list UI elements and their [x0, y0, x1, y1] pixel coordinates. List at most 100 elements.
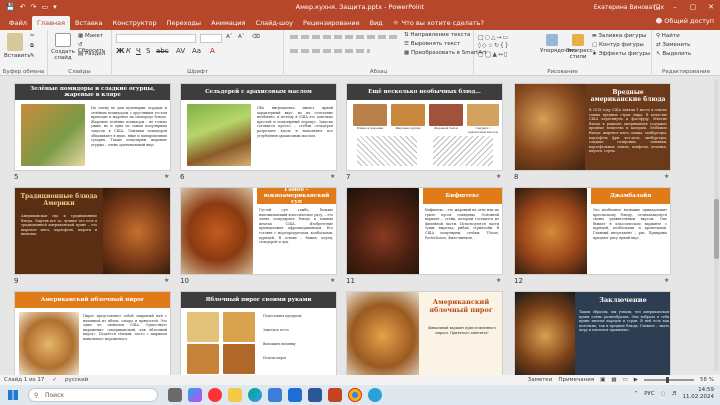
shape-fill-button[interactable]: ⛂ Заливка фигуры: [592, 33, 646, 39]
slide-thumbnail[interactable]: Сельдерей с арахисовым маслом Оба ингред…: [180, 83, 337, 171]
slide-thumbnail[interactable]: Американский яблочный пирог Пирог предст…: [14, 291, 171, 379]
slide-thumbnail[interactable]: Американский яблочный пирог Финальный ва…: [346, 291, 503, 379]
minimize-icon[interactable]: –: [666, 0, 684, 14]
zoom-handle[interactable]: [666, 377, 670, 383]
tab-slideshow[interactable]: Слайд-шоу: [250, 16, 298, 30]
task-view-icon[interactable]: [168, 388, 182, 402]
replace-button[interactable]: ⇄ Заменить: [656, 42, 690, 48]
slide-title: Американский яблочный пирог: [429, 298, 493, 314]
text-direction-button[interactable]: ⇅ Направление текста: [404, 32, 470, 38]
volume-icon[interactable]: ♬: [672, 391, 677, 397]
transition-star-icon[interactable]: ★: [164, 173, 169, 180]
slide-thumbnail[interactable]: Бифштекс Бифштекс – это жареный на огне …: [346, 187, 503, 275]
change-case-icon[interactable]: Aa: [192, 47, 201, 56]
word-icon[interactable]: [308, 388, 322, 402]
share-button[interactable]: ☻ Общий доступ: [655, 17, 714, 25]
quick-styles-button[interactable]: Экспресс-стили: [566, 34, 595, 60]
tab-transitions[interactable]: Переходы: [162, 16, 206, 30]
reading-view-icon[interactable]: ▭: [623, 377, 628, 383]
slide-thumbnail[interactable]: Джамбалайя Это необычное название принад…: [514, 187, 671, 275]
slide-thumbnail[interactable]: Зелёные помидоры и сладкие огурцы, жарен…: [14, 83, 171, 171]
shape-outline-button[interactable]: ▢ Контур фигуры: [592, 42, 644, 48]
slide-thumbnail[interactable]: Заключение Таким образом, мы узнали, что…: [514, 291, 671, 379]
close-icon[interactable]: ✕: [702, 0, 720, 14]
tab-insert[interactable]: Вставка: [70, 16, 108, 30]
font-family-select[interactable]: [116, 34, 196, 43]
store-icon[interactable]: [268, 388, 282, 402]
slide-thumbnail[interactable]: Гамбо – южноамериканский суп Густой суп …: [180, 187, 337, 275]
windows-start-icon[interactable]: [8, 390, 18, 400]
align-text-button[interactable]: ☰ Выровнять текст: [404, 41, 460, 47]
shrink-font-icon[interactable]: Aˇ: [238, 34, 245, 40]
transition-star-icon[interactable]: ★: [330, 173, 335, 180]
grow-font-icon[interactable]: Aˆ: [226, 34, 233, 40]
arrange-button[interactable]: Упорядочить: [540, 34, 578, 54]
normal-view-icon[interactable]: ▣: [600, 377, 605, 383]
maximize-icon[interactable]: ▢: [684, 0, 702, 14]
spellcheck-icon[interactable]: ✓: [52, 377, 57, 383]
file-explorer-icon[interactable]: [228, 388, 242, 402]
transition-star-icon[interactable]: ★: [664, 277, 669, 284]
tab-file[interactable]: Файл: [4, 16, 32, 30]
clock[interactable]: 14:59 11.02.2024: [683, 387, 715, 401]
transition-star-icon[interactable]: ★: [496, 277, 501, 284]
taskbar-search[interactable]: ⚲ Поиск: [28, 388, 158, 402]
zoom-slider[interactable]: [644, 377, 695, 383]
tell-me-box[interactable]: ☼ Что вы хотите сделать?: [388, 16, 489, 30]
copy-icon[interactable]: ⧉: [30, 43, 34, 49]
tab-design[interactable]: Конструктор: [108, 16, 162, 30]
slide-thumbnail[interactable]: Ещё несколько необычных блюд… Блины и жа…: [346, 83, 503, 171]
font-color-icon[interactable]: A: [210, 47, 215, 56]
sorter-view-icon[interactable]: ▦: [611, 377, 616, 383]
select-button[interactable]: ↖ Выделить: [656, 51, 691, 57]
scrollbar-thumb[interactable]: [714, 199, 719, 259]
shadow-icon[interactable]: S: [146, 47, 150, 56]
transition-star-icon[interactable]: ★: [496, 173, 501, 180]
cut-icon[interactable]: ✂: [30, 33, 35, 39]
shape-effects-button[interactable]: ★ Эффекты фигуры: [592, 51, 650, 57]
notes-button[interactable]: Заметки: [528, 377, 553, 383]
bold-icon[interactable]: Ж: [116, 47, 125, 56]
input-language[interactable]: РУС: [644, 391, 655, 397]
tab-animations[interactable]: Анимация: [206, 16, 250, 30]
create-slide-button[interactable]: Создать слайд: [51, 33, 75, 61]
ribbon-display-icon[interactable]: □: [648, 0, 666, 14]
layout-button[interactable]: ▦ Макет: [78, 33, 103, 39]
powerpoint-icon[interactable]: [328, 388, 342, 402]
slide-thumbnail[interactable]: Яблочный пирог своими руками Подготовить…: [180, 291, 337, 379]
shapes-gallery[interactable]: □○△→▭ ◊◇☆↻{} ▢◯▲↔▯: [478, 34, 538, 60]
tab-review[interactable]: Рецензирование: [298, 16, 365, 30]
slideshow-view-icon[interactable]: ▶: [634, 377, 638, 383]
language-indicator[interactable]: русский: [65, 377, 88, 383]
slide-thumbnail[interactable]: Традиционные блюда Америки Американская …: [14, 187, 171, 275]
paste-button[interactable]: Вставить: [4, 33, 31, 59]
comments-button[interactable]: Примечания: [558, 377, 594, 383]
tab-view[interactable]: Вид: [365, 16, 388, 30]
yandex-browser-icon[interactable]: [208, 388, 222, 402]
section-button[interactable]: ▤ Раздел: [78, 51, 105, 57]
transition-star-icon[interactable]: ★: [664, 173, 669, 180]
underline-icon[interactable]: Ч: [136, 47, 141, 56]
slide-thumbnail[interactable]: Вредные американские блюда В 2018 году С…: [514, 83, 671, 171]
copilot-icon[interactable]: [188, 388, 202, 402]
italic-icon[interactable]: К: [126, 47, 131, 56]
tab-home[interactable]: Главная: [31, 16, 71, 30]
edge-icon[interactable]: [248, 388, 262, 402]
telegram-icon[interactable]: [368, 388, 382, 402]
spacing-icon[interactable]: AV: [176, 47, 185, 56]
transition-star-icon[interactable]: ★: [330, 277, 335, 284]
find-button[interactable]: ⚲ Найти: [656, 33, 680, 39]
clear-format-icon[interactable]: ⌫: [252, 34, 260, 40]
chrome-icon[interactable]: [348, 388, 362, 402]
strikethrough-icon[interactable]: abc: [156, 47, 169, 56]
chevron-up-icon[interactable]: ⌃: [634, 391, 639, 397]
font-size-select[interactable]: [200, 34, 222, 43]
vertical-scrollbar[interactable]: [714, 79, 719, 371]
transition-star-icon[interactable]: ★: [164, 277, 169, 284]
wifi-icon[interactable]: ◌: [661, 391, 666, 397]
list-buttons[interactable]: [290, 35, 400, 39]
format-painter-icon[interactable]: ✎: [30, 53, 35, 59]
mail-icon[interactable]: [288, 388, 302, 402]
zoom-level[interactable]: 58 %: [700, 377, 714, 383]
align-buttons[interactable]: [290, 49, 370, 53]
